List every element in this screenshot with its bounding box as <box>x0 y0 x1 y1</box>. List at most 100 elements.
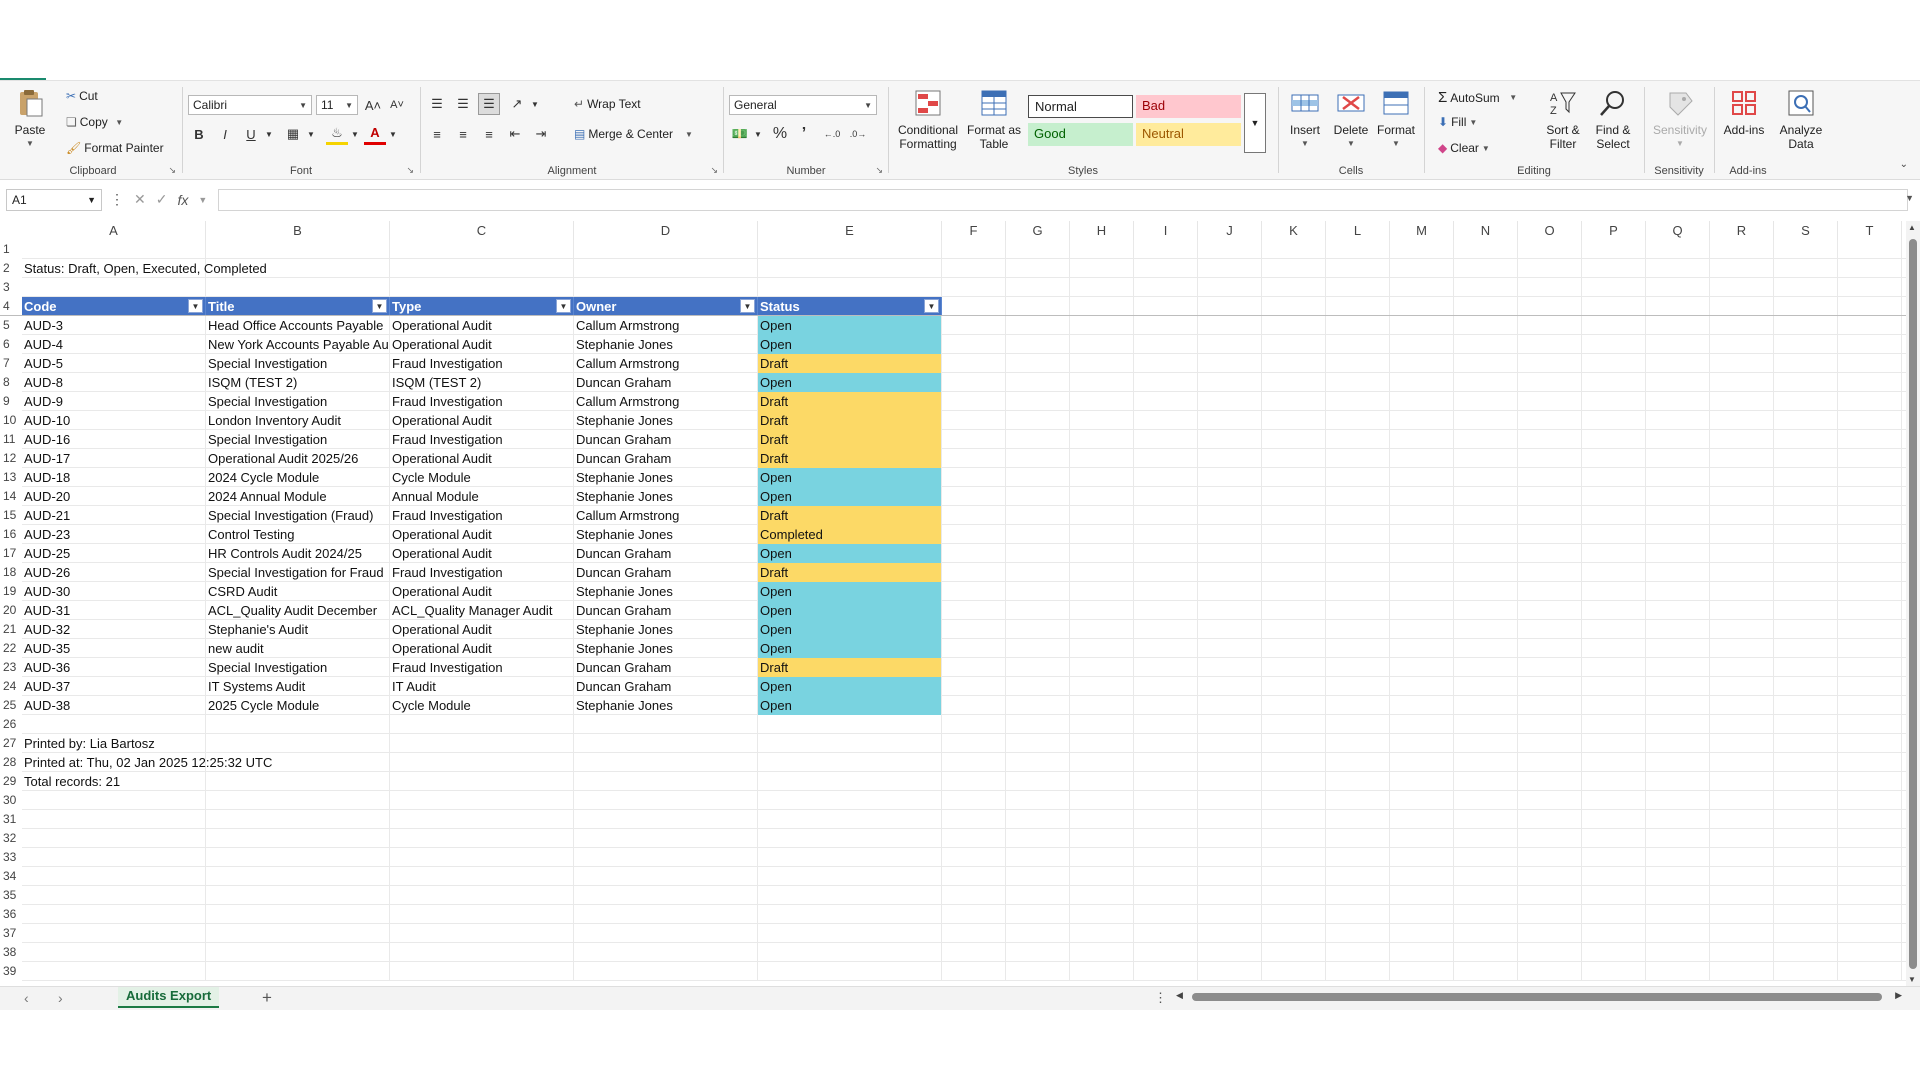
grid-cell[interactable] <box>1134 810 1198 829</box>
grid-cell[interactable] <box>1006 943 1070 962</box>
grid-cell[interactable] <box>1262 924 1326 943</box>
grid-cell[interactable] <box>1198 563 1262 582</box>
table-cell[interactable]: Stephanie Jones <box>574 468 758 487</box>
grid-cell[interactable] <box>942 943 1006 962</box>
grid-cell[interactable] <box>1134 791 1198 810</box>
status-cell[interactable]: Open <box>758 639 942 658</box>
table-cell[interactable]: Duncan Graham <box>574 430 758 449</box>
row-header[interactable]: 23 <box>0 658 22 677</box>
grid-cell[interactable] <box>1454 658 1518 677</box>
grid-cell[interactable] <box>1710 886 1774 905</box>
grid-cell[interactable] <box>1390 278 1454 297</box>
grid-cell[interactable] <box>1134 544 1198 563</box>
status-cell[interactable]: Open <box>758 677 942 696</box>
grid-cell[interactable] <box>1774 525 1838 544</box>
grid-cell[interactable] <box>1006 354 1070 373</box>
grid-cell[interactable] <box>1390 487 1454 506</box>
grid-cell[interactable] <box>1454 753 1518 772</box>
table-cell[interactable]: Stephanie Jones <box>574 582 758 601</box>
grid-cell[interactable] <box>1326 544 1390 563</box>
grid-cell[interactable] <box>1582 715 1646 734</box>
table-cell[interactable]: London Inventory Audit <box>206 411 390 430</box>
grid-cell[interactable] <box>942 658 1006 677</box>
table-cell[interactable]: Fraud Investigation <box>390 354 574 373</box>
grid-cell[interactable] <box>1710 848 1774 867</box>
grid-cell[interactable] <box>1774 848 1838 867</box>
grid-cell[interactable] <box>1326 316 1390 335</box>
grid-cell[interactable] <box>1326 411 1390 430</box>
grid-cell[interactable] <box>1646 316 1710 335</box>
table-cell[interactable]: Fraud Investigation <box>390 563 574 582</box>
grid-cell[interactable] <box>1326 715 1390 734</box>
grid-cell[interactable] <box>1582 487 1646 506</box>
status-cell[interactable]: Open <box>758 468 942 487</box>
grid-cell[interactable] <box>1198 582 1262 601</box>
grid-cell[interactable] <box>1454 829 1518 848</box>
row-header[interactable]: 16 <box>0 525 22 544</box>
sheet-tab-audits-export[interactable]: Audits Export <box>118 987 220 1008</box>
grid-cell[interactable] <box>1582 639 1646 658</box>
row-header[interactable]: 36 <box>0 905 22 924</box>
italic-button[interactable]: I <box>214 123 236 145</box>
grid-cell[interactable] <box>1326 506 1390 525</box>
grid-cell[interactable] <box>1838 468 1902 487</box>
grid-cell[interactable] <box>1134 373 1198 392</box>
grid-cell[interactable] <box>1390 373 1454 392</box>
previous-sheet-icon[interactable]: ‹ <box>24 990 29 1006</box>
grid-cell[interactable] <box>1582 259 1646 278</box>
grid-cell[interactable] <box>1646 449 1710 468</box>
grid-cell[interactable] <box>1838 601 1902 620</box>
grid-cell[interactable] <box>1646 278 1710 297</box>
analyze-data-button[interactable]: Analyze Data <box>1776 87 1826 151</box>
row-header[interactable]: 29 <box>0 772 22 791</box>
grid-cell[interactable] <box>1006 810 1070 829</box>
grid-cell[interactable] <box>1006 316 1070 335</box>
grid-cell[interactable] <box>390 772 574 791</box>
grid-cell[interactable] <box>942 620 1006 639</box>
grid-cell[interactable] <box>1646 943 1710 962</box>
grid-cell[interactable] <box>1198 753 1262 772</box>
grid-cell[interactable] <box>1326 829 1390 848</box>
grid-cell[interactable] <box>758 715 942 734</box>
grid-cell[interactable] <box>1390 601 1454 620</box>
grid-cell[interactable] <box>1454 791 1518 810</box>
grid-cell[interactable] <box>1838 563 1902 582</box>
grid-cell[interactable] <box>1006 639 1070 658</box>
grid-cell[interactable] <box>1710 449 1774 468</box>
grid-cell[interactable] <box>1198 962 1262 981</box>
grid-cell[interactable] <box>1518 525 1582 544</box>
grid-cell[interactable] <box>1518 867 1582 886</box>
table-cell[interactable]: 2024 Cycle Module <box>206 468 390 487</box>
grid-cell[interactable] <box>1006 240 1070 259</box>
horizontal-scrollbar[interactable]: ◀ ▶ <box>1176 990 1902 1004</box>
grid-cell[interactable] <box>1262 373 1326 392</box>
row-header[interactable]: 26 <box>0 715 22 734</box>
grid-cell[interactable] <box>1198 772 1262 791</box>
grid-cell[interactable] <box>1518 259 1582 278</box>
grid-cell[interactable] <box>1198 639 1262 658</box>
format-as-table-button[interactable]: Format as Table <box>966 87 1022 151</box>
grid-cell[interactable] <box>1262 259 1326 278</box>
grid-cell[interactable] <box>1710 392 1774 411</box>
grid-cell[interactable] <box>1134 316 1198 335</box>
grid-cell[interactable] <box>1646 259 1710 278</box>
grid-cell[interactable] <box>206 848 390 867</box>
grid-cell[interactable] <box>1070 658 1134 677</box>
row-header[interactable]: 21 <box>0 620 22 639</box>
grid-cell[interactable] <box>1838 354 1902 373</box>
grid-cell[interactable] <box>1070 696 1134 715</box>
font-size-select[interactable]: 11 ▼ <box>316 95 358 115</box>
status-cell[interactable]: Open <box>758 582 942 601</box>
grid-cell[interactable] <box>1262 658 1326 677</box>
grid-cell[interactable] <box>1454 620 1518 639</box>
grid-cell[interactable] <box>1262 696 1326 715</box>
grid-cell[interactable] <box>1646 924 1710 943</box>
table-cell[interactable]: New York Accounts Payable Audit <box>206 335 390 354</box>
grid-cell[interactable] <box>1390 392 1454 411</box>
grid-cell[interactable] <box>1326 449 1390 468</box>
grid-cell[interactable] <box>1646 715 1710 734</box>
grid-cell[interactable] <box>1838 316 1902 335</box>
grid-cell[interactable] <box>1646 658 1710 677</box>
grid-cell[interactable] <box>1198 316 1262 335</box>
grid-cell[interactable] <box>574 848 758 867</box>
